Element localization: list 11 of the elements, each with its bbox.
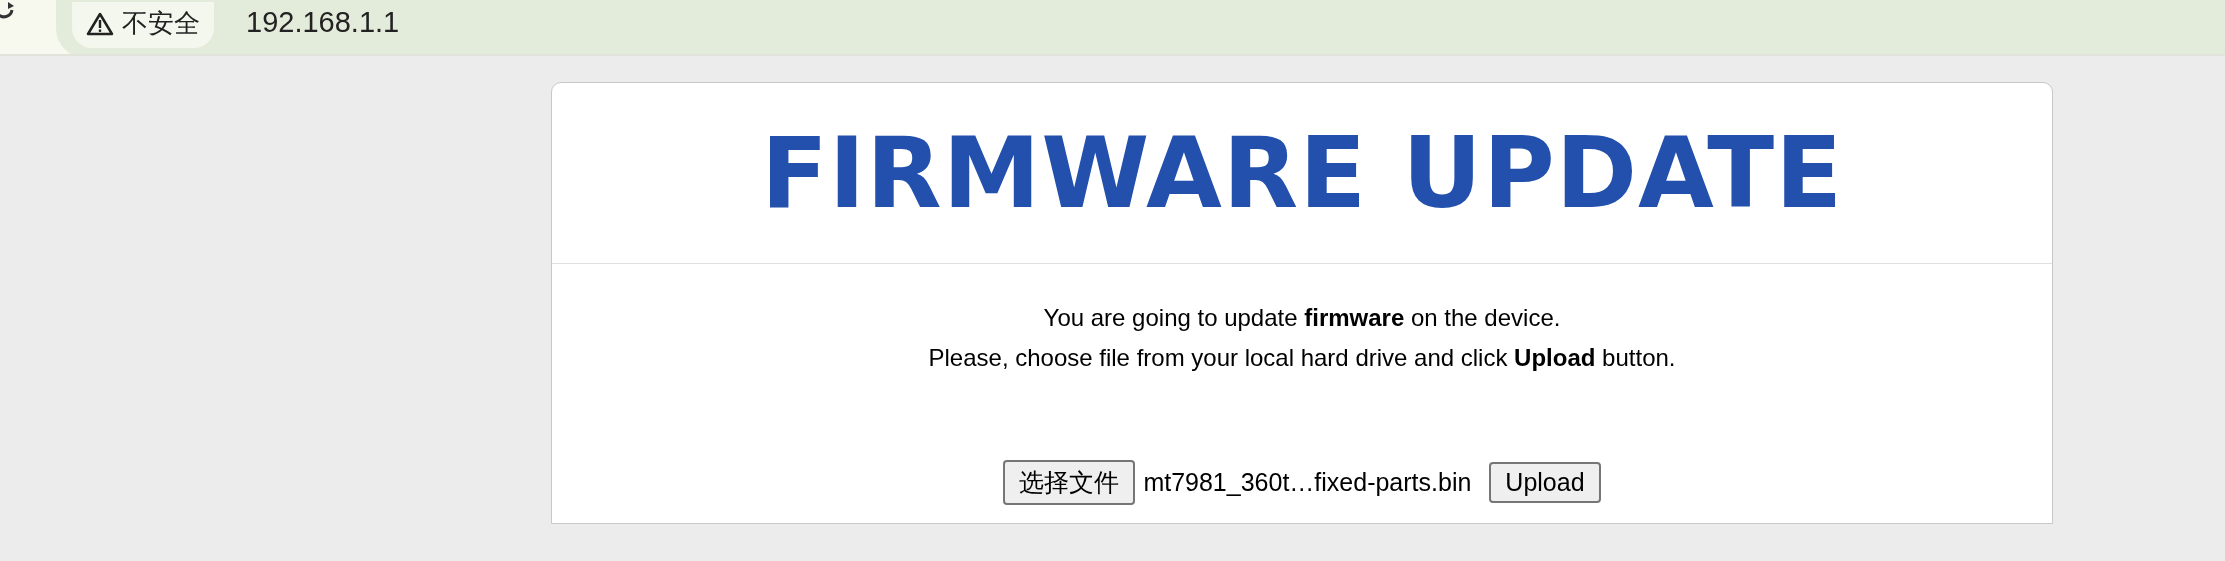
file-name: mt7981_360t…fixed-parts.bin [1143,468,1472,497]
security-chip[interactable]: 不安全 [72,2,214,48]
warning-icon [86,12,114,36]
address-bar[interactable]: 不安全 192.168.1.1 [56,0,2225,54]
upload-button[interactable]: Upload [1489,462,1601,503]
reload-icon[interactable] [0,0,16,20]
instruction-text: Please, choose file from your local hard drive and click Upload button. [928,346,1676,370]
choose-file-button[interactable]: 选择文件 [1003,460,1136,505]
address-text: 192.168.1.1 [246,12,400,32]
instruction-text: You are going to update firmware on the device. [1043,306,1561,330]
page-title: FIRMWARE UPDATE [760,116,1844,230]
